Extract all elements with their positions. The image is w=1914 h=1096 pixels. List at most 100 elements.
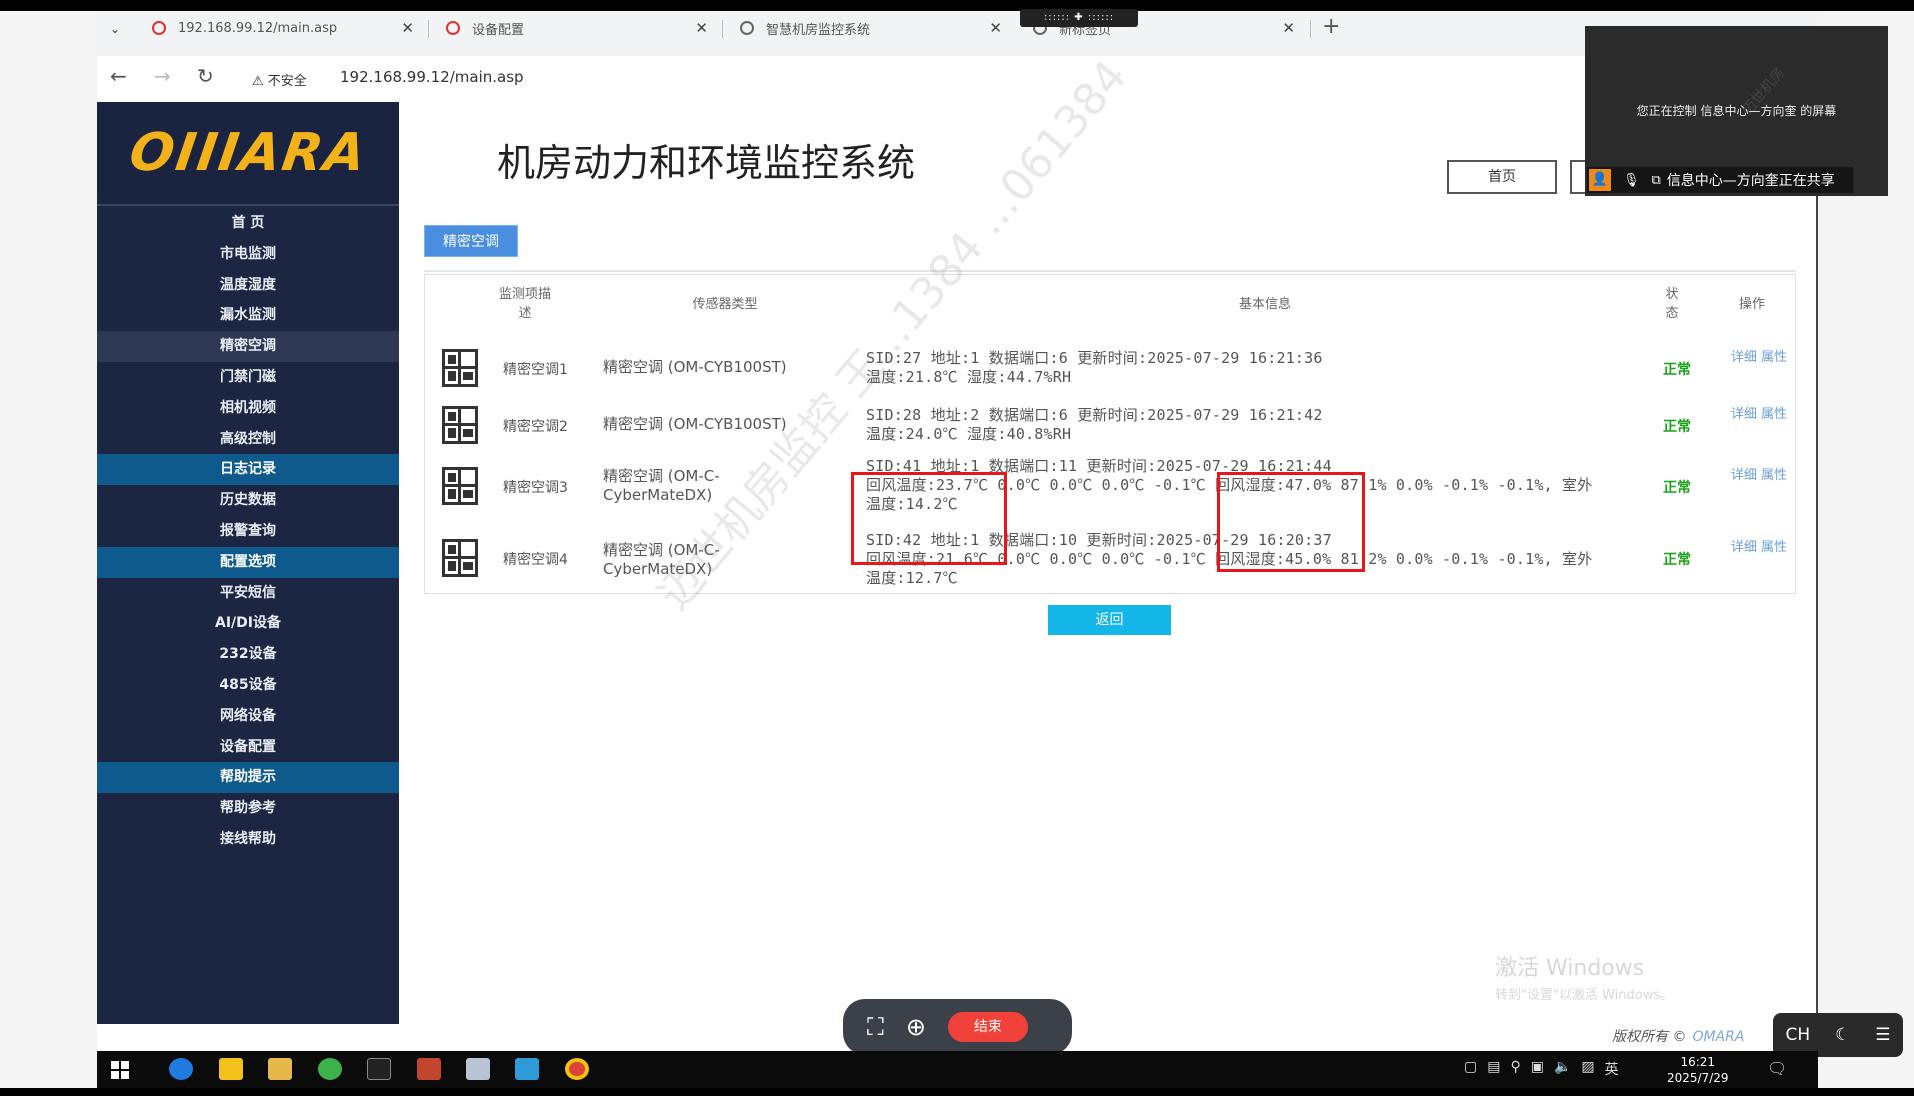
taskbar-clock[interactable]: 16:21 2025/7/29 <box>1667 1054 1729 1086</box>
tray-network-icon[interactable]: ▣ <box>1531 1059 1544 1079</box>
sidebar-item-network-devices[interactable]: 网络设备 <box>97 701 399 732</box>
sidebar-item-help-reference[interactable]: 帮助参考 <box>97 793 399 824</box>
tab-separator <box>428 20 429 38</box>
sidebar-item-mains-monitor[interactable]: 市电监测 <box>97 239 399 270</box>
reload-icon[interactable]: ↻ <box>197 64 214 88</box>
sidebar-item-leak-monitor[interactable]: 漏水监测 <box>97 300 399 331</box>
sidebar-item-232-devices[interactable]: 232设备 <box>97 639 399 670</box>
highlight-box-return-temp <box>851 472 1007 565</box>
ime-indicator[interactable]: 英 <box>1605 1059 1619 1079</box>
logo-area: OIIIARA <box>97 102 399 206</box>
url-input[interactable]: 192.168.99.12/main.asp <box>340 68 524 86</box>
wechat-icon[interactable] <box>318 1058 342 1080</box>
tray-app-icon[interactable]: ▢ <box>1464 1059 1477 1079</box>
sidebar-item-temp-humidity[interactable]: 温度湿度 <box>97 270 399 301</box>
fullscreen-icon[interactable]: ⛶ <box>867 1013 884 1041</box>
microphone-icon[interactable]: 🎙 <box>1623 173 1640 188</box>
omara-logo: OIIIARA <box>125 123 370 183</box>
detail-link[interactable]: 详细 属性 <box>1721 467 1797 485</box>
back-arrow-icon[interactable]: ← <box>110 64 127 88</box>
tray-folder-icon[interactable]: ▤ <box>1487 1059 1500 1079</box>
sidebar-item-precision-ac[interactable]: 精密空调 <box>97 331 399 362</box>
forward-arrow-icon[interactable]: → <box>154 64 171 88</box>
sidebar-item-485-devices[interactable]: 485设备 <box>97 670 399 701</box>
sidebar-item-home[interactable]: 首 页 <box>97 208 399 239</box>
red-circle-icon <box>446 21 460 35</box>
home-button[interactable]: 首页 <box>1447 160 1557 194</box>
copyright: 版权所有 ©OMARA <box>1612 1026 1744 1046</box>
globe-icon <box>740 21 754 35</box>
browser-tab[interactable]: 智慧机房监控系统 ✕ <box>740 11 1002 45</box>
remote-control-toolbar: ⛶ ⊕ 结束 <box>843 999 1072 1055</box>
screen-share-handle[interactable]: :::::: ✚ :::::: <box>1020 9 1138 27</box>
notes-app-icon[interactable] <box>219 1058 243 1080</box>
tray-user-icon[interactable]: ⚲ <box>1510 1059 1520 1079</box>
sidebar-section-help[interactable]: 帮助提示 <box>97 762 399 793</box>
sidebar-item-aidi-devices[interactable]: AI/DI设备 <box>97 608 399 639</box>
insecure-indicator[interactable]: ⚠ 不安全 <box>252 70 307 89</box>
table-row: 精密空调3 精密空调 (OM-C-CyberMateDX) SID:41 地址:… <box>425 455 1795 519</box>
detail-link[interactable]: 详细 属性 <box>1721 539 1797 557</box>
remote-control-message: 您正在控制 信息中心—方向奎 的屏幕 <box>1585 102 1888 119</box>
browser-q-icon[interactable] <box>169 1058 193 1080</box>
insecure-label: 不安全 <box>268 74 307 89</box>
tab-list-chevron-icon[interactable]: ⌄ <box>110 22 120 36</box>
close-tab-icon[interactable]: ✕ <box>401 19 414 37</box>
sidebar-section-config[interactable]: 配置选项 <box>97 547 399 578</box>
detail-link[interactable]: 详细 属性 <box>1721 406 1797 424</box>
row-sensor-type: 精密空调 (OM-C-CyberMateDX) <box>603 467 753 505</box>
copyright-brand: OMARA <box>1692 1029 1744 1045</box>
tab-precision-ac[interactable]: 精密空调 <box>424 225 518 257</box>
clock-date: 2025/7/29 <box>1667 1070 1729 1086</box>
return-button[interactable]: 返回 <box>1048 605 1171 635</box>
bottom-black-bar <box>0 1088 1914 1096</box>
remote-desktop-icon[interactable] <box>515 1058 539 1080</box>
sidebar-item-door-access[interactable]: 门禁门磁 <box>97 362 399 393</box>
precision-ac-icon <box>442 349 478 387</box>
table-row: 精密空调4 精密空调 (OM-C-CyberMateDX) SID:42 地址:… <box>425 527 1795 591</box>
header-status: 状态 <box>1665 285 1679 323</box>
chrome-icon[interactable] <box>565 1058 589 1080</box>
clock-time: 16:21 <box>1667 1054 1729 1070</box>
row-sensor-type: 精密空调 (OM-CYB100ST) <box>603 415 823 434</box>
browser-tab[interactable]: 192.168.99.12/main.asp ✕ <box>152 11 414 45</box>
address-bar: ← → ↻ ⚠ 不安全 192.168.99.12/main.asp <box>97 56 1818 102</box>
menu-icon[interactable]: ☰ <box>1875 1025 1890 1045</box>
close-tab-icon[interactable]: ✕ <box>989 19 1002 37</box>
page-title: 机房动力和环境监控系统 <box>497 132 915 187</box>
sidebar-item-alarm-query[interactable]: 报警查询 <box>97 516 399 547</box>
end-share-button[interactable]: 结束 <box>948 1012 1028 1042</box>
notification-icon[interactable]: 🗨 <box>1767 1059 1787 1078</box>
sidebar-item-camera-video[interactable]: 相机视频 <box>97 393 399 424</box>
row-info-line2: 温度:24.0℃ 湿度:40.8%RH <box>866 425 1071 444</box>
windows-activation-notice: 激活 Windows 转到"设置"以激活 Windows。 <box>1495 950 1673 1003</box>
activation-subtitle: 转到"设置"以激活 Windows。 <box>1495 984 1673 1003</box>
new-tab-button[interactable]: + <box>1322 14 1340 39</box>
windows-start-icon[interactable] <box>111 1061 129 1079</box>
row-name: 精密空调1 <box>503 359 568 379</box>
close-tab-icon[interactable]: ✕ <box>1282 19 1295 37</box>
sidebar-section-log[interactable]: 日志记录 <box>97 454 399 485</box>
tray-volume-icon[interactable]: 🔈 <box>1554 1059 1571 1079</box>
tool-app-icon[interactable] <box>466 1058 490 1080</box>
detail-link[interactable]: 详细 属性 <box>1721 349 1797 367</box>
row-info-line2: 温度:21.8℃ 湿度:44.7%RH <box>866 368 1071 387</box>
ime-language[interactable]: CH <box>1785 1025 1810 1045</box>
moon-icon[interactable]: ☾ <box>1835 1025 1850 1045</box>
file-explorer-icon[interactable] <box>268 1058 292 1080</box>
zoom-in-icon[interactable]: ⊕ <box>906 1013 926 1041</box>
sidebar-item-device-config[interactable]: 设备配置 <box>97 732 399 763</box>
browser-tab[interactable]: 设备配置 ✕ <box>446 11 708 45</box>
app-grid-icon[interactable] <box>417 1058 441 1080</box>
tray-display-icon[interactable]: ▨ <box>1581 1059 1594 1079</box>
warning-triangle-icon: ⚠ <box>252 74 264 89</box>
sidebar-item-advanced-control[interactable]: 高级控制 <box>97 424 399 455</box>
close-tab-icon[interactable]: ✕ <box>695 19 708 37</box>
sidebar-item-history-data[interactable]: 历史数据 <box>97 485 399 516</box>
row-sensor-type: 精密空调 (OM-C-CyberMateDX) <box>603 541 753 579</box>
sidebar-item-wiring-help[interactable]: 接线帮助 <box>97 824 399 855</box>
tab-title: 智慧机房监控系统 <box>766 19 870 38</box>
sidebar-item-sms[interactable]: 平安短信 <box>97 578 399 609</box>
terminal-icon[interactable] <box>367 1058 391 1080</box>
header-desc: 监测项描述 <box>495 285 555 323</box>
